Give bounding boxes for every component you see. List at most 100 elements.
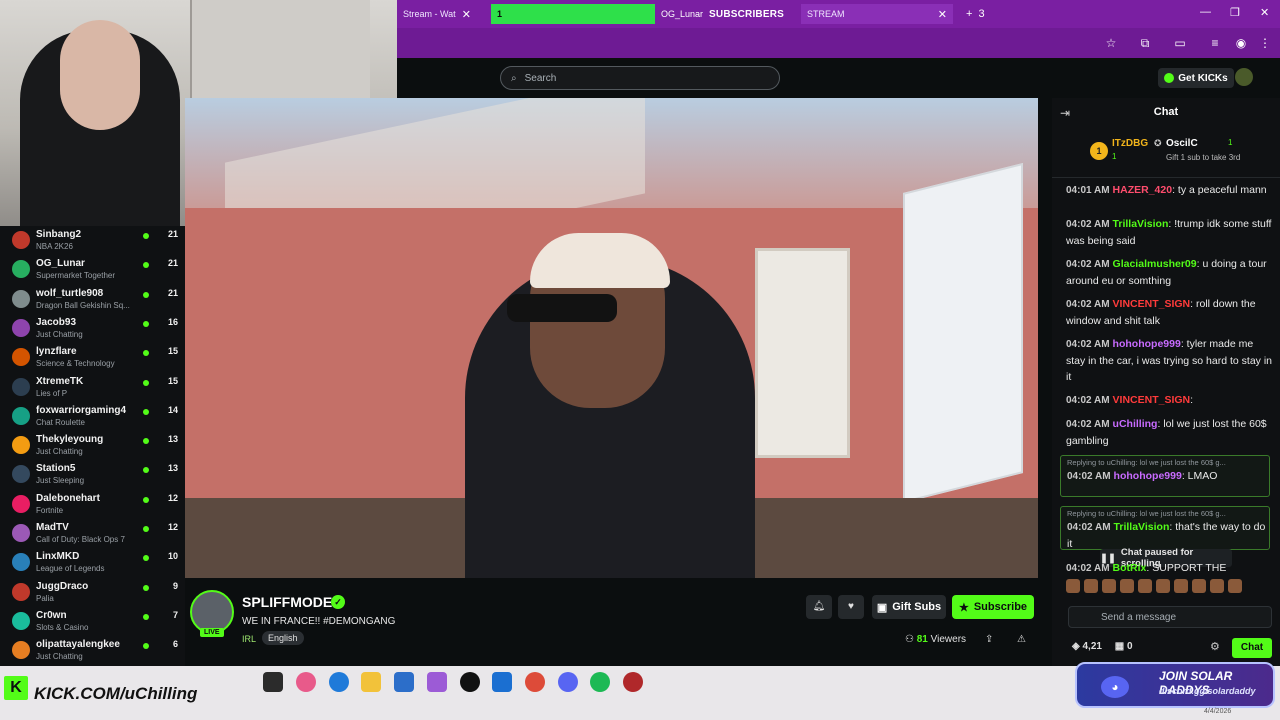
share-icon[interactable]: ⇪: [985, 634, 993, 645]
message-user[interactable]: HAZER_420: [1113, 184, 1173, 196]
message-user[interactable]: BotRix: [1113, 562, 1147, 574]
subscribers-banner[interactable]: OG_Lunar SUBSCRIBERS ✕: [655, 4, 791, 24]
discord-icon[interactable]: [558, 672, 578, 692]
sidebar-channel[interactable]: Jacob93 Just Chatting 16: [0, 314, 185, 343]
chat-input[interactable]: Send a message: [1068, 606, 1272, 628]
close-icon[interactable]: ✕: [790, 8, 791, 21]
close-icon[interactable]: ✕: [462, 8, 471, 21]
tab-active[interactable]: 1: [491, 4, 655, 24]
message-user[interactable]: hohohope999: [1113, 338, 1181, 350]
profile-icon[interactable]: ◉: [1233, 35, 1249, 51]
emote-icon[interactable]: [1084, 579, 1098, 593]
tab-stream[interactable]: STREAM ✕: [801, 4, 953, 24]
channel-avatar: [12, 641, 30, 660]
emote-icon[interactable]: [1066, 579, 1080, 593]
sidebar-channel[interactable]: JuggDraco Palia 9: [0, 578, 185, 607]
app-icon[interactable]: [427, 672, 447, 692]
maximize-icon[interactable]: ❐: [1230, 6, 1240, 19]
bell-icon[interactable]: 🔔︎: [806, 595, 832, 619]
message-user[interactable]: TrillaVision: [1113, 218, 1169, 230]
emote-icon[interactable]: [1210, 579, 1224, 593]
channel-avatar: [12, 465, 30, 484]
channel-category: Just Chatting: [36, 447, 83, 457]
sidebar-channel[interactable]: Cr0wn Slots & Casino 7: [0, 607, 185, 636]
emote-bar[interactable]: [1066, 579, 1272, 593]
folder-icon[interactable]: [361, 672, 381, 692]
extension-icon[interactable]: ⧉: [1137, 35, 1153, 51]
tiktok-icon[interactable]: [460, 672, 480, 692]
close-icon[interactable]: ✕: [938, 8, 947, 21]
sidebar-channel[interactable]: OG_Lunar Supermarket Together 21: [0, 255, 185, 284]
message-user[interactable]: TrillaVision: [1114, 521, 1170, 533]
sidebar-channel[interactable]: Dalebonehart Fortnite 12: [0, 490, 185, 519]
kick-logo-icon: K: [4, 676, 28, 700]
emote-icon[interactable]: [1120, 579, 1134, 593]
emote-icon[interactable]: [1174, 579, 1188, 593]
subscribe-button[interactable]: ★ Subscribe: [952, 595, 1034, 619]
copilot-icon[interactable]: [296, 672, 316, 692]
sidebar-channel[interactable]: MadTV Call of Duty: Black Ops 7 12: [0, 519, 185, 548]
emote-icon[interactable]: [1138, 579, 1152, 593]
search-input[interactable]: ⌕ Search: [500, 66, 780, 90]
sidebar-channel[interactable]: Thekyleyoung Just Chatting 13: [0, 431, 185, 460]
sidebar-channel[interactable]: foxwarriorgaming4 Chat Roulette 14: [0, 402, 185, 431]
reply-message[interactable]: Replying to uChilling: lol we just lost …: [1060, 455, 1270, 497]
emote-icon[interactable]: [1102, 579, 1116, 593]
user-avatar[interactable]: [1235, 68, 1253, 86]
channel-viewers: 21: [167, 258, 178, 269]
cast-icon[interactable]: ▭: [1172, 35, 1188, 51]
message-user[interactable]: VINCENT_SIGN: [1113, 298, 1191, 310]
star-icon[interactable]: ☆: [1103, 35, 1119, 51]
obs-icon[interactable]: [623, 672, 643, 692]
sidebar-channel[interactable]: lynzflare Science & Technology 15: [0, 343, 185, 372]
channel-category: Just Chatting: [36, 329, 83, 339]
message-user[interactable]: VINCENT_SIGN: [1113, 394, 1191, 406]
chat-message: 04:02 AM VINCENT_SIGN:: [1066, 394, 1194, 406]
channel-name: JuggDraco: [36, 580, 89, 592]
reply-message[interactable]: Replying to uChilling: lol we just lost …: [1060, 506, 1270, 550]
chrome-icon[interactable]: [525, 672, 545, 692]
report-icon[interactable]: ⚠: [1017, 634, 1026, 645]
channel-avatar: [12, 260, 30, 279]
close-window-icon[interactable]: ✕: [1260, 6, 1269, 19]
sidebar-channel[interactable]: XtremeTK Lies of P 15: [0, 373, 185, 402]
store-icon[interactable]: [394, 672, 414, 692]
sidebar-channel[interactable]: Sinbang2 NBA 2K26 21: [0, 226, 185, 255]
message-time: 04:02 AM: [1066, 395, 1110, 406]
category-link[interactable]: IRL: [242, 634, 256, 644]
emote-icon[interactable]: [1228, 579, 1242, 593]
message-user[interactable]: uChilling: [1113, 418, 1158, 430]
video-player[interactable]: [185, 98, 1038, 578]
emote-icon[interactable]: [1156, 579, 1170, 593]
outlook-icon[interactable]: [492, 672, 512, 692]
media-icon[interactable]: ≡: [1207, 35, 1223, 51]
heart-icon[interactable]: ♥: [838, 595, 864, 619]
language-tag[interactable]: English: [262, 631, 304, 645]
new-tab-button[interactable]: + 3: [960, 4, 990, 24]
message-user[interactable]: Glacialmusher09: [1113, 258, 1197, 270]
send-chat-button[interactable]: Chat: [1232, 638, 1272, 658]
gift-subs-label: Gift Subs: [892, 601, 942, 613]
sidebar-channel[interactable]: LinxMKD League of Legends 10: [0, 548, 185, 577]
reply-context: Replying to uChilling: lol we just lost …: [1067, 458, 1226, 467]
settings-icon[interactable]: ⚙: [1210, 640, 1220, 653]
gift-icon: ▣: [876, 601, 888, 614]
nvidia-icon[interactable]: [263, 672, 283, 692]
sidebar-channel[interactable]: olipattayalengkee Just Chatting 6: [0, 636, 185, 665]
emote-icon[interactable]: [1192, 579, 1206, 593]
minimize-icon[interactable]: —: [1200, 6, 1211, 18]
menu-icon[interactable]: ⋮: [1257, 35, 1273, 51]
sidebar-channel[interactable]: wolf_turtle908 Dragon Ball Gekishin Sq...…: [0, 285, 185, 314]
sidebar-channel[interactable]: Station5 Just Sleeping 13: [0, 460, 185, 489]
gift-subs-button[interactable]: ▣ Gift Subs: [872, 595, 946, 619]
points-icon: ▦: [1114, 641, 1125, 652]
tab-stream-watch[interactable]: Stream - Wat ✕: [397, 4, 477, 24]
channel-name: OG_Lunar: [36, 258, 85, 270]
leader-name[interactable]: ITzDBG: [1112, 138, 1148, 149]
leader-name[interactable]: OscilC: [1166, 138, 1198, 149]
edge-icon[interactable]: [329, 672, 349, 692]
message-user[interactable]: hohohope999: [1114, 470, 1182, 482]
streamer-name[interactable]: SPLIFFMODE: [242, 594, 332, 610]
get-kicks-button[interactable]: Get KICKs: [1158, 68, 1234, 88]
spotify-icon[interactable]: [590, 672, 610, 692]
